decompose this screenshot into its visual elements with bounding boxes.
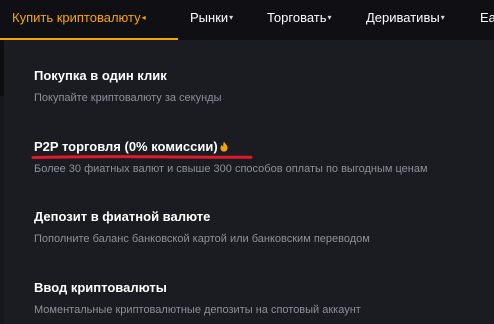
nav-trade[interactable]: Торговать▾	[267, 0, 332, 40]
menu-item-crypto-deposit[interactable]: Ввод криптовалюты Моментальные криптовал…	[34, 280, 484, 316]
caret-left-icon: ◂	[141, 13, 146, 22]
menu-item-title: Покупка в один клик	[34, 68, 167, 83]
menu-item-title: Депозит в фиатной валюте	[34, 209, 211, 224]
nav-buy-crypto-label: Купить криптовалюту	[12, 10, 141, 25]
nav-markets-label: Рынки	[190, 10, 229, 25]
menu-item-description: Моментальные криптовалютные депозиты на …	[34, 304, 361, 316]
menu-item-description: Пополните баланс банковской картой или б…	[34, 233, 370, 245]
top-navigation: Купить криптовалюту◂ Рынки▾ Торговать▾ Д…	[0, 0, 494, 40]
menu-item-title: P2P торговля (0% комиссии)	[34, 139, 218, 154]
nav-trade-label: Торговать	[267, 10, 327, 25]
caret-down-icon: ▾	[229, 13, 234, 22]
app-root: Купить криптовалюту◂ Рынки▾ Торговать▾ Д…	[0, 0, 494, 324]
caret-down-icon: ▾	[327, 13, 332, 22]
nav-markets[interactable]: Рынки▾	[190, 0, 233, 40]
fire-icon	[220, 141, 228, 152]
menu-item-description: Более 30 фиатных валют и свыше 300 спосо…	[34, 163, 428, 175]
menu-item-fiat-deposit[interactable]: Депозит в фиатной валюте Пополните балан…	[34, 209, 484, 245]
menu-item-one-click-buy[interactable]: Покупка в один клик Покупайте криптовалю…	[34, 68, 484, 104]
menu-item-title: Ввод криптовалюты	[34, 280, 167, 295]
nav-derivatives-label: Деривативы	[366, 10, 440, 25]
nav-earn[interactable]: Ea	[480, 0, 494, 40]
menu-item-description: Покупайте криптовалюту за секунды	[34, 92, 222, 104]
caret-down-icon: ▾	[440, 13, 445, 22]
nav-buy-crypto[interactable]: Купить криптовалюту◂	[12, 0, 146, 40]
menu-item-title-row: P2P торговля (0% комиссии)	[34, 139, 484, 154]
nav-derivatives[interactable]: Деривативы▾	[366, 0, 445, 40]
red-highlight-underline	[31, 155, 253, 159]
nav-earn-label: Ea	[480, 10, 494, 25]
